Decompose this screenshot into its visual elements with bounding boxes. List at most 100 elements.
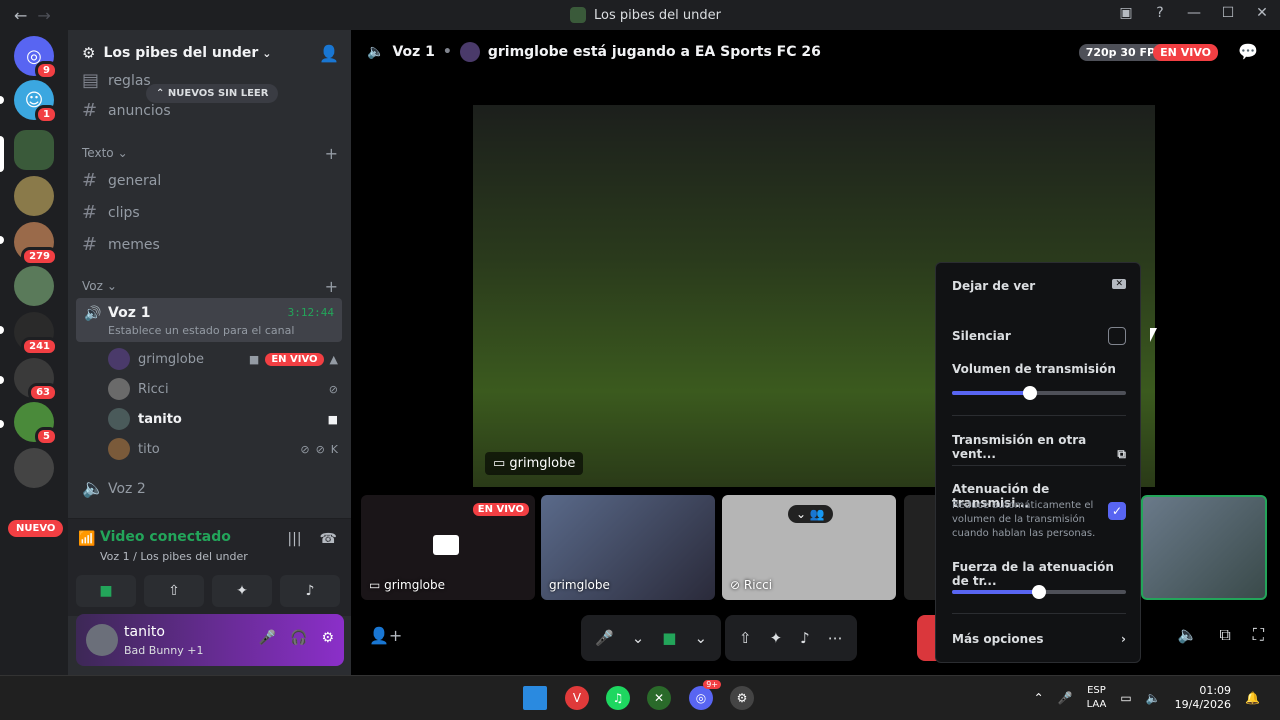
voice-sub-text[interactable]: Voz 1 / Los pibes del under [100,550,248,563]
xbox-icon[interactable]: ✕ [647,686,671,710]
server-name: Los pibes del under [103,45,259,61]
chevron-down-icon[interactable]: ⌄ [632,629,645,647]
guild-icon-3[interactable] [14,176,54,216]
channel-general[interactable]: # general [82,170,161,191]
guild-icon-6[interactable]: 241 [14,312,58,356]
guild-icon-8[interactable]: 5 [14,402,58,446]
spotify-icon[interactable]: ♫ [606,686,630,710]
microphone-icon[interactable]: 🎤 [1058,691,1073,705]
camera-icon[interactable]: ■ [662,629,676,647]
user-name[interactable]: tanito [124,624,165,640]
camera-button[interactable]: ■ [76,575,136,607]
chat-icon[interactable]: 💬 [1238,42,1258,61]
microphone-icon[interactable]: 🎤 [259,630,276,646]
help-icon[interactable]: ? [1152,5,1168,21]
discord-icon[interactable]: ◎ 9+ [689,680,721,710]
tile-ricci[interactable]: ⌄ 👥 ⊘ Ricci [722,495,896,600]
fullscreen-icon[interactable]: ⛶ [1253,625,1264,645]
settings-gear-icon[interactable]: ⚙ [321,630,334,646]
windows-start-icon[interactable] [523,686,547,710]
guild-icon-5[interactable] [14,266,54,306]
volume-icon[interactable]: 🔈 [1146,691,1161,705]
noise-suppression-icon[interactable]: ||| [287,531,301,547]
separator-dot: • [442,44,452,60]
popout-icon[interactable]: ⧉ [1219,625,1230,645]
disconnect-icon[interactable]: ☎ [320,531,337,547]
minimize-icon[interactable]: — [1186,5,1202,21]
signal-icon[interactable]: 📶 [78,531,95,547]
category-texto[interactable]: Texto ⌄ + [82,144,338,163]
screen-share-button[interactable]: ⇧ [144,575,204,607]
inbox-icon[interactable]: ▣ [1118,5,1134,21]
slider-knob[interactable] [1023,386,1038,400]
headphones-icon[interactable]: 🎧 [290,630,307,646]
stop-watching-item[interactable]: Dejar de ver ✕ [952,279,1126,293]
attenuation-strength-slider[interactable] [952,585,1126,599]
guild-icon-4[interactable]: 279 [14,222,58,266]
new-guilds-pill[interactable]: NUEVO [8,520,64,537]
soundboard-icon[interactable]: ♪ [800,629,810,647]
stream-icon: ▲ [329,352,338,366]
invite-people-icon[interactable]: 👤+ [369,626,402,645]
popout-item[interactable]: Transmisión en otra vent... ⧉ [952,433,1126,461]
microphone-icon[interactable]: 🎤 [595,629,614,647]
direct-messages-icon[interactable]: ◎ 9 [14,36,58,80]
add-channel-icon[interactable]: + [325,144,338,163]
activities-icon[interactable]: ✦ [770,629,783,647]
guild-icon-1[interactable]: ☺ 1 [14,80,58,124]
stream-owner-name: grimglobe [509,456,576,471]
clock[interactable]: 01:09 19/4/2026 [1175,684,1231,712]
vivaldi-icon[interactable]: V [565,686,589,710]
time: 01:09 [1199,684,1232,697]
volume-slider[interactable] [952,386,1126,400]
channel-sidebar: ⚙ Los pibes del under ⌄ 👤 ▤ reglas # anunc… [68,30,351,675]
tile-tanito-camera[interactable] [1141,495,1267,600]
avatar [108,438,130,460]
attenuation-checkbox[interactable]: ✓ [1108,502,1126,520]
channel-reglas[interactable]: ▤ reglas [82,70,151,91]
slider-knob[interactable] [1032,585,1046,599]
activities-button[interactable]: ✦ [212,575,272,607]
avatar[interactable] [86,624,118,656]
guild-icon-7[interactable]: 63 [14,358,58,402]
language-indicator[interactable]: ESP LAA [1087,684,1107,712]
voice-user-grimglobe[interactable]: grimglobe ■ EN VIVO ▲ [108,348,338,370]
add-channel-icon[interactable]: + [325,277,338,296]
network-icon[interactable]: ▭ [1120,691,1131,705]
invite-user-icon[interactable]: 👤 [319,44,339,63]
close-icon[interactable]: ✕ [1254,5,1270,21]
forward-arrow-icon[interactable]: → [37,6,50,25]
tile-grimglobe-stream[interactable]: EN VIVO ▭ grimglobe [361,495,535,600]
tile-controls[interactable]: ⌄ 👥 [788,505,833,523]
speaker-icon: 🔈 [367,44,385,60]
back-arrow-icon[interactable]: ← [14,6,27,25]
maximize-icon[interactable]: ☐ [1220,5,1236,21]
chevron-up-icon[interactable]: ⌃ [1034,691,1044,705]
channel-clips[interactable]: # clips [82,202,140,223]
voice-user-tito[interactable]: tito ⊘ ⊘ K [108,438,338,460]
voice-channel-voz2[interactable]: 🔈 Voz 2 [82,478,146,499]
guild-icon-9[interactable] [14,448,54,488]
chevron-down-icon[interactable]: ⌄ [694,629,707,647]
soundboard-button[interactable]: ♪ [280,575,340,607]
mute-checkbox[interactable] [1108,327,1126,345]
guild-icon-current[interactable] [14,130,54,170]
channel-memes[interactable]: # memes [82,234,160,255]
new-unread-pill[interactable]: ⌃ NUEVOS SIN LEER [146,84,279,103]
voice-status[interactable]: Establece un estado para el canal [108,324,294,337]
voice-channel-voz1[interactable]: 🔊 Voz 1 3:12:44 Establece un estado para… [76,298,342,342]
voice-user-tanito[interactable]: tanito ■ [108,408,338,430]
steam-icon[interactable]: ⚙ [730,686,754,710]
volume-icon[interactable]: 🔈 [1177,625,1197,645]
mute-item[interactable]: Silenciar [952,327,1126,345]
volume-label: Volumen de transmisión [952,362,1126,376]
channel-anuncios[interactable]: # anuncios [82,100,171,121]
category-voz[interactable]: Voz ⌄ + [82,277,338,296]
more-options-item[interactable]: Más opciones › [952,632,1126,646]
tile-grimglobe-camera[interactable]: grimglobe [541,495,715,600]
notifications-icon[interactable]: 🔔 [1245,691,1260,705]
popout-icon: ⧉ [1117,447,1126,461]
screen-share-icon[interactable]: ⇧ [739,629,752,647]
voice-user-ricci[interactable]: Ricci ⊘ [108,378,338,400]
more-icon[interactable]: ⋯ [828,629,843,647]
